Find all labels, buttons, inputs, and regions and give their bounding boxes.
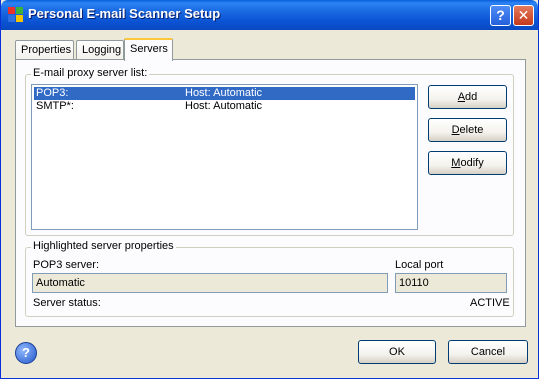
window-title: Personal E-mail Scanner Setup — [28, 6, 221, 21]
setup-dialog: Personal E-mail Scanner Setup ? ✕ Proper… — [0, 0, 539, 379]
add-button[interactable]: Add — [428, 85, 507, 109]
delete-label-rest: elete — [459, 124, 484, 136]
server-name: SMTP*: — [36, 100, 74, 112]
server-host: Host: Automatic — [185, 87, 263, 99]
cancel-button[interactable]: Cancel — [448, 340, 528, 364]
server-listbox[interactable]: POP3: Host: Automatic SMTP*: Host: Autom… — [31, 84, 418, 230]
pop3-server-label: POP3 server: — [33, 259, 100, 271]
server-list-group-label: E-mail proxy server list: — [31, 67, 150, 79]
pop3-server-field: Automatic — [32, 273, 388, 293]
delete-mnemonic: D — [451, 124, 460, 136]
help-icon[interactable]: ? — [490, 5, 511, 26]
list-item[interactable]: SMTP*: Host: Automatic — [34, 100, 415, 113]
server-name: POP3: — [36, 87, 69, 99]
title-bar[interactable]: Personal E-mail Scanner Setup ? ✕ — [1, 0, 538, 30]
server-status-value: ACTIVE — [470, 297, 510, 309]
local-port-field: 10110 — [395, 273, 507, 293]
close-icon[interactable]: ✕ — [513, 5, 534, 26]
list-item[interactable]: POP3: Host: Automatic — [34, 87, 415, 100]
help-icon[interactable]: ? — [15, 342, 37, 364]
tab-servers[interactable]: Servers — [124, 38, 173, 61]
add-label-rest: dd — [465, 91, 478, 103]
server-properties-group-label: Highlighted server properties — [31, 240, 176, 252]
server-host: Host: Automatic — [185, 100, 263, 112]
tab-logging[interactable]: Logging — [76, 40, 124, 60]
local-port-label: Local port — [395, 259, 444, 271]
add-mnemonic: A — [457, 91, 466, 103]
server-status-label: Server status: — [33, 297, 101, 309]
modify-label-rest: odify — [460, 157, 484, 169]
tab-properties[interactable]: Properties — [15, 40, 74, 60]
modify-button[interactable]: Modify — [428, 151, 507, 175]
ok-button[interactable]: OK — [358, 340, 436, 364]
app-icon — [8, 7, 24, 23]
delete-button[interactable]: Delete — [428, 118, 507, 142]
